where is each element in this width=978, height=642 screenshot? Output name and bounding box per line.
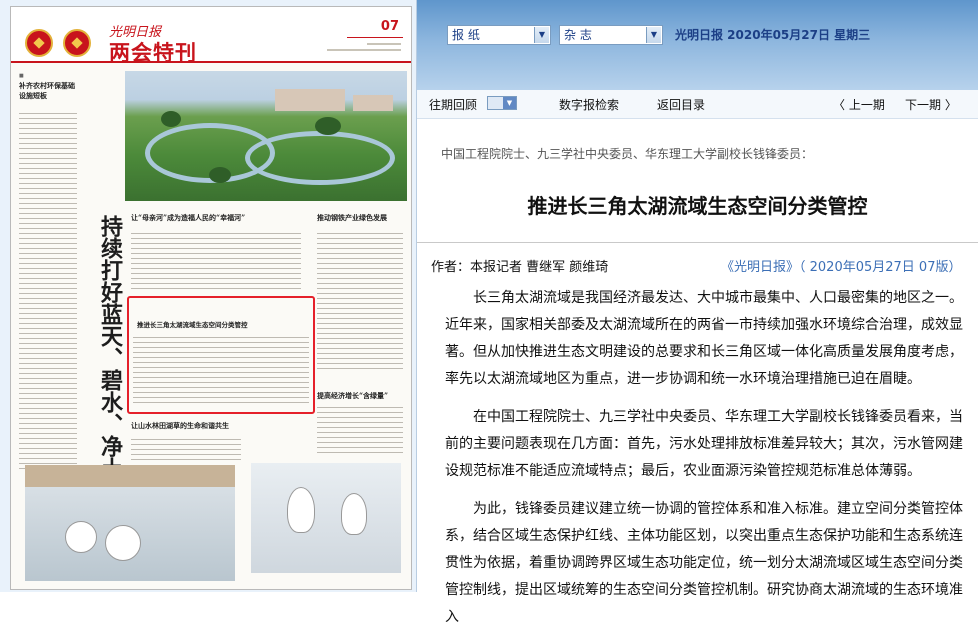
magazine-select[interactable]: 杂 志 ▼ — [559, 25, 663, 45]
column-text — [131, 233, 301, 293]
kicker: ■ — [19, 73, 24, 79]
panda-shape — [105, 525, 141, 561]
article-panel: 报 纸 ▼ 杂 志 ▼ 光明日报 2020年05月27日 星期三 往期回顾 数字… — [417, 0, 978, 625]
wetland-photo — [125, 71, 407, 201]
photo-top-strip — [25, 465, 235, 487]
crane-shape — [287, 487, 315, 533]
newspaper-select-value: 报 纸 — [452, 28, 480, 42]
buildings-shape — [353, 95, 393, 111]
digital-search-link[interactable]: 数字报检索 — [559, 96, 619, 113]
person-shape — [65, 521, 97, 553]
headline-3: 推动钢铁产业绿色发展 — [317, 213, 387, 222]
article-paragraph: 为此，钱锋委员建议建立统一协调的管控体系和准入标准。建立空间分类管控体系，结合区… — [445, 501, 963, 625]
red-divider — [11, 61, 411, 63]
article-paragraph: 在中国工程院院士、九三学社中央委员、华东理工大学副校长钱锋委员看来，当前的主要问… — [445, 409, 963, 479]
archive-link[interactable]: 往期回顾 — [429, 96, 477, 113]
back-to-index-link[interactable]: 返回目录 — [657, 96, 705, 113]
calendar-face — [488, 97, 503, 109]
page-number-rule — [347, 37, 403, 38]
column-text — [317, 407, 403, 457]
article-source: 《光明日报》（ 2020年05月27日 07版） — [721, 260, 962, 275]
column-text — [19, 113, 77, 473]
calendar-dropdown-icon[interactable]: ▼ — [503, 97, 516, 109]
tree-shape — [161, 111, 181, 127]
article-byline: 作者：本报记者 曹继军 颜维琦 — [431, 260, 609, 275]
article-title: 推进长三角太湖流域生态空间分类管控 — [527, 194, 868, 218]
cppcc-emblem-icon — [63, 29, 91, 57]
article-paragraph: 长三角太湖流域是我国经济最发达、大中城市最集中、人口最密集的地区之一。近年来，国… — [445, 290, 963, 387]
national-emblem-icon — [25, 29, 53, 57]
panda-photo — [25, 465, 235, 581]
newspaper-page-image[interactable]: 光明日报 两会特刊 07 ■ 补齐农村环保基础设施短板 持续打好蓝天、碧水、净土… — [10, 6, 412, 590]
crane-photo — [251, 463, 401, 573]
next-issue-link[interactable]: 下一期 〉 — [905, 96, 957, 113]
date-line — [367, 43, 401, 45]
selected-article-highlight[interactable] — [127, 296, 315, 414]
newspaper-select[interactable]: 报 纸 ▼ — [447, 25, 551, 45]
calendar-icon[interactable]: ▼ — [487, 96, 517, 110]
page-number: 07 — [380, 19, 399, 34]
masthead: 光明日报 两会特刊 07 — [11, 7, 411, 65]
prev-issue-link[interactable]: 〈 上一期 — [833, 96, 885, 113]
river-shape — [245, 131, 395, 185]
chevron-down-icon[interactable]: ▼ — [534, 27, 549, 43]
newspaper-panel: 光明日报 两会特刊 07 ■ 补齐农村环保基础设施短板 持续打好蓝天、碧水、净土… — [0, 0, 417, 592]
article-body: 长三角太湖流域是我国经济最发达、大中城市最集中、人口最密集的地区之一。近年来，国… — [445, 285, 967, 642]
crane-shape — [341, 493, 367, 535]
article-subhead: 中国工程院院士、九三学社中央委员、华东理工大学副校长钱锋委员： — [441, 147, 814, 161]
column-text — [317, 233, 403, 373]
title-divider — [417, 242, 978, 243]
issue-date: 光明日报 2020年05月27日 星期三 — [675, 28, 871, 42]
buildings-shape — [275, 89, 345, 111]
column-text — [131, 439, 241, 463]
headline-2: 让“母亲河”成为造福人民的“幸福河” — [131, 213, 246, 222]
magazine-select-value: 杂 志 — [564, 28, 592, 42]
headline-1: 补齐农村环保基础设施短板 — [19, 81, 75, 100]
headline-5: 提高经济增长“含绿量” — [317, 391, 389, 400]
chevron-down-icon[interactable]: ▼ — [646, 27, 661, 43]
tree-shape — [209, 167, 231, 183]
tree-shape — [315, 117, 341, 135]
editor-line — [327, 49, 401, 51]
top-toolbar: 报 纸 ▼ 杂 志 ▼ 光明日报 2020年05月27日 星期三 — [417, 0, 978, 90]
headline-6: 让山水林田湖草的生命和谐共生 — [131, 421, 229, 430]
